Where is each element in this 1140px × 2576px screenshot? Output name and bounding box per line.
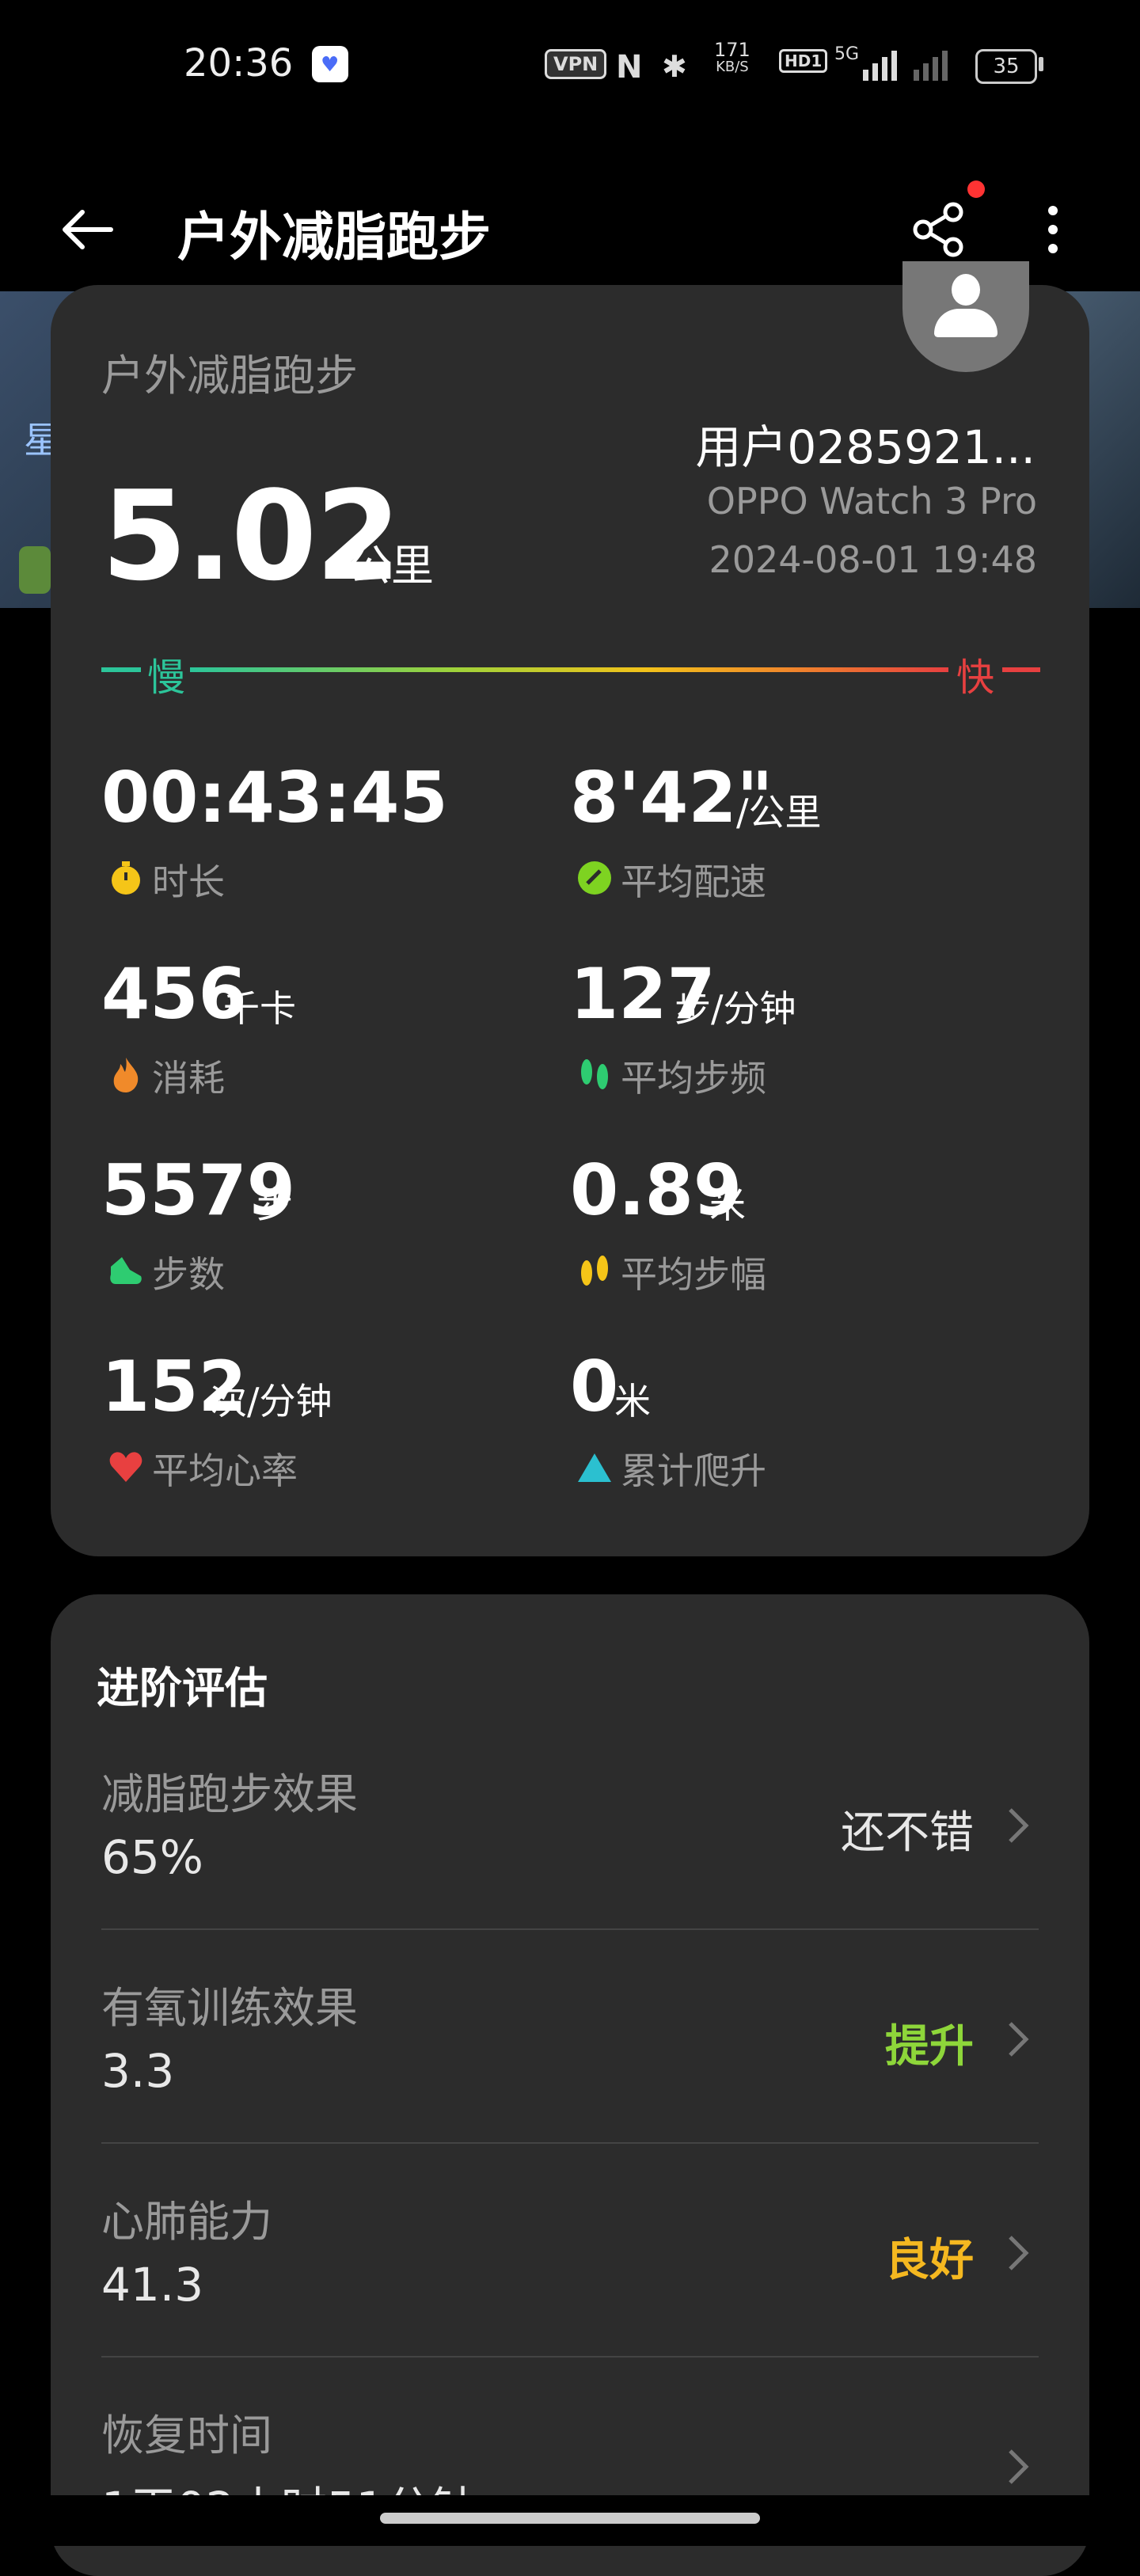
device-name: OPPO Watch 3 Pro (706, 480, 1037, 522)
notification-dot (967, 180, 985, 198)
pace-gauge-icon (578, 861, 611, 895)
triangle-up-icon (578, 1453, 611, 1482)
pace-gradient-bar (190, 667, 948, 672)
metric-climb-label: 累计爬升 (621, 1449, 766, 1492)
metric-climb-value: 0 (570, 1346, 619, 1427)
row-title: 恢复时间 (101, 2411, 272, 2460)
metric-stride-unit: 米 (709, 1184, 746, 1226)
back-arrow-icon[interactable] (55, 198, 119, 261)
metric-heartrate-unit: 次/分钟 (211, 1380, 332, 1423)
row-title: 减脂跑步效果 (101, 1769, 358, 1819)
metric-steps-label: 步数 (152, 1253, 225, 1296)
section-title: 进阶评估 (97, 1663, 268, 1713)
hd-indicator: HD1 (779, 49, 828, 73)
metric-calories-unit: 千卡 (223, 987, 296, 1030)
metric-calories-label: 消耗 (152, 1057, 225, 1100)
nfc-icon: N (616, 49, 643, 85)
flame-icon (113, 1058, 139, 1092)
row-status: 良好 (885, 2235, 974, 2286)
chevron-right-icon[interactable] (1002, 2443, 1034, 2491)
metric-pace-label: 平均配速 (621, 861, 766, 903)
row-value: 65% (101, 1830, 203, 1884)
workout-name: 户外减脂跑步 (101, 351, 358, 401)
row-value: 41.3 (101, 2258, 204, 2312)
bluetooth-icon: ✱ (662, 49, 687, 84)
row-value: 3.3 (101, 2044, 175, 2098)
footprints-icon (581, 1256, 608, 1286)
metric-duration-label: 时长 (152, 861, 225, 903)
user-name: 用户0285921... (695, 420, 1036, 474)
distance-unit: 公里 (348, 541, 434, 591)
signal-icon (863, 51, 948, 81)
footprints-icon (581, 1059, 608, 1089)
chevron-right-icon[interactable] (1002, 2016, 1034, 2063)
status-time: 20:36 (184, 41, 294, 85)
metric-cadence-unit: 步/分钟 (674, 987, 796, 1030)
row-status: 还不错 (841, 1807, 974, 1859)
shoe-icon (110, 1257, 142, 1284)
page-title: 户外减脂跑步 (177, 207, 491, 268)
row-title: 心肺能力 (101, 2197, 272, 2247)
stopwatch-icon (112, 861, 140, 895)
pace-fast-label: 快 (956, 655, 995, 700)
metric-steps-unit: 步 (256, 1184, 293, 1226)
battery-icon: 35 (975, 49, 1037, 84)
network-speed: 171 KB/S (714, 39, 750, 75)
divider (101, 1928, 1039, 1930)
pace-bar-left (101, 667, 141, 672)
metric-cadence-label: 平均步频 (621, 1057, 766, 1100)
heart-icon (109, 1452, 142, 1482)
metric-duration-value: 00:43:45 (101, 757, 448, 838)
chevron-right-icon[interactable] (1002, 2229, 1034, 2277)
divider (101, 2356, 1039, 2358)
network-type: 5G (834, 44, 860, 64)
vpn-indicator: VPN (545, 49, 607, 79)
row-status: 提升 (885, 2021, 974, 2073)
home-indicator[interactable] (380, 2513, 760, 2524)
divider (101, 2142, 1039, 2144)
row-title: 有氧训练效果 (101, 1983, 358, 2033)
avatar-head (952, 274, 980, 306)
workout-datetime: 2024-08-01 19:48 (709, 538, 1037, 581)
pace-bar-right (1002, 667, 1040, 672)
metric-stride-label: 平均步幅 (621, 1253, 766, 1296)
map-marker (19, 546, 51, 594)
battery-tip (1039, 57, 1043, 71)
more-options-icon[interactable] (1037, 198, 1069, 261)
metric-heartrate-label: 平均心率 (152, 1449, 298, 1492)
metric-pace-unit: /公里 (736, 791, 822, 834)
health-app-badge-icon: ♥ (312, 46, 348, 82)
chevron-right-icon[interactable] (1002, 1802, 1034, 1849)
pace-slow-label: 慢 (147, 655, 186, 700)
share-icon[interactable] (907, 198, 971, 261)
metric-climb-unit: 米 (614, 1380, 651, 1423)
